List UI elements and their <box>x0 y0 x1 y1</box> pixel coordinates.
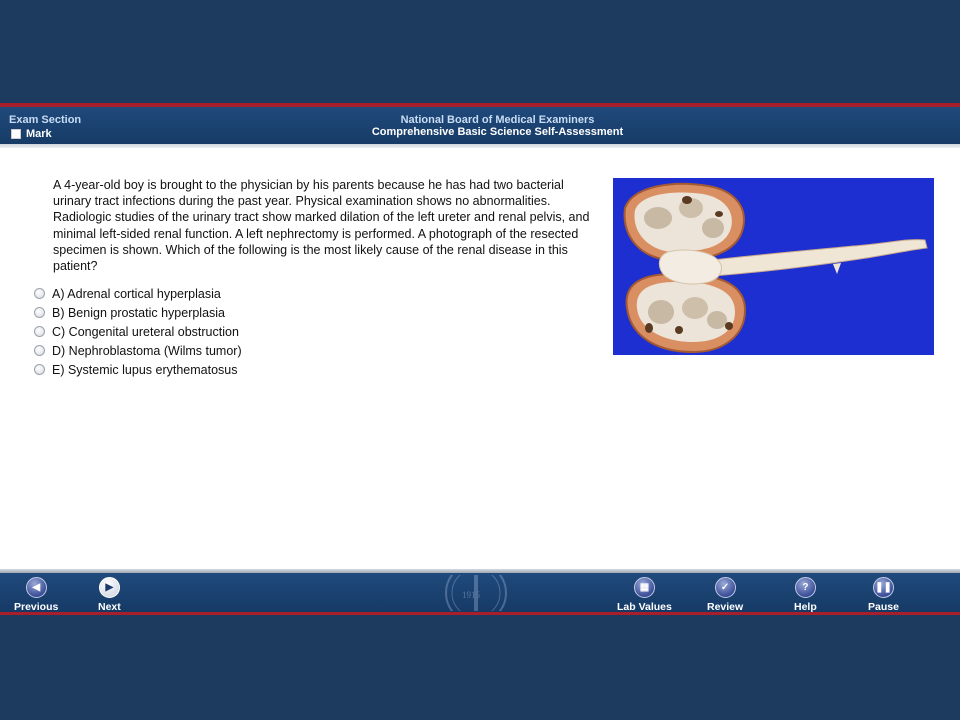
radio-icon[interactable] <box>34 364 45 375</box>
answer-label: C) Congenital ureteral obstruction <box>52 324 239 339</box>
pause-button[interactable]: ❚❚ Pause <box>868 577 899 613</box>
kidney-specimen-photo[interactable] <box>613 178 934 355</box>
radio-icon[interactable] <box>34 345 45 356</box>
answer-option-a[interactable]: A) Adrenal cortical hyperplasia <box>34 284 242 303</box>
answer-option-e[interactable]: E) Systemic lupus erythematosus <box>34 360 242 379</box>
answer-label: D) Nephroblastoma (Wilms tumor) <box>52 343 242 358</box>
lab-values-icon: ▦ <box>633 577 655 598</box>
question-panel: A 4-year-old boy is brought to the physi… <box>0 148 960 569</box>
question-stem: A 4-year-old boy is brought to the physi… <box>53 178 590 274</box>
answer-label: A) Adrenal cortical hyperplasia <box>52 286 221 301</box>
arrow-right-icon: ▶ <box>98 577 120 598</box>
exam-title: Comprehensive Basic Science Self-Assessm… <box>371 126 624 138</box>
arrow-left-icon: ◀ <box>25 577 47 598</box>
answer-options: A) Adrenal cortical hyperplasia B) Benig… <box>34 284 242 379</box>
radio-icon[interactable] <box>34 288 45 299</box>
answer-label: E) Systemic lupus erythematosus <box>52 362 238 377</box>
answer-label: B) Benign prostatic hyperplasia <box>52 305 226 320</box>
nbme-seal-icon: 1915 <box>445 575 507 611</box>
answer-option-d[interactable]: D) Nephroblastoma (Wilms tumor) <box>34 341 242 360</box>
org-title: National Board of Medical Examiners <box>400 114 595 126</box>
previous-button[interactable]: ◀ Previous <box>14 577 58 613</box>
help-icon: ? <box>794 577 816 598</box>
footer-bottom-border <box>0 612 960 615</box>
navigation-bar: 1915 ◀ Previous ▶ Next ▦ Lab Values ✓ Re… <box>0 573 960 613</box>
pause-icon: ❚❚ <box>872 577 894 598</box>
help-button[interactable]: ? Help <box>794 577 817 613</box>
lab-values-button[interactable]: ▦ Lab Values <box>617 577 672 613</box>
answer-option-b[interactable]: B) Benign prostatic hyperplasia <box>34 303 242 322</box>
kidney-specimen-image <box>613 178 934 355</box>
checkmark-icon: ✓ <box>714 577 736 598</box>
answer-option-c[interactable]: C) Congenital ureteral obstruction <box>34 322 242 341</box>
radio-icon[interactable] <box>34 326 45 337</box>
next-button[interactable]: ▶ Next <box>98 577 121 613</box>
seal-year: 1915 <box>462 590 481 600</box>
radio-icon[interactable] <box>34 307 45 318</box>
exam-header: Exam Section Mark National Board of Medi… <box>0 107 960 144</box>
review-button[interactable]: ✓ Review <box>707 577 743 613</box>
